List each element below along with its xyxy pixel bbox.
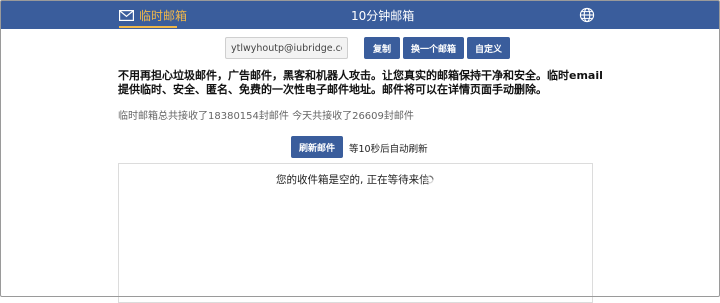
- auto-refresh-hint: 等10秒后自动刷新: [349, 144, 428, 155]
- inbox-empty-message: 您的收件箱是空的, 正在等待来信: [276, 174, 430, 186]
- nav-tab-10min-mail[interactable]: 10分钟邮箱: [351, 1, 414, 29]
- copy-button[interactable]: 复制: [364, 37, 400, 59]
- change-email-button-label: 换一个邮箱: [410, 44, 456, 55]
- copy-button-label: 复制: [372, 44, 391, 55]
- custom-email-button[interactable]: 自定义: [467, 37, 510, 59]
- top-navbar: 临时邮箱 10分钟邮箱: [1, 1, 719, 29]
- change-email-button[interactable]: 换一个邮箱: [403, 37, 464, 59]
- active-tab-indicator: [119, 26, 177, 28]
- globe-icon[interactable]: [579, 7, 595, 23]
- mail-statistics: 临时邮箱总共接收了18380154封邮件 今天共接收了26609封邮件: [118, 111, 414, 122]
- email-address-field[interactable]: [225, 37, 348, 59]
- refresh-mail-button-label: 刷新邮件: [298, 143, 335, 154]
- custom-email-button-label: 自定义: [474, 44, 502, 55]
- privacy-notice: 不用再担心垃圾邮件，广告邮件，黑客和机器人攻击。让您真实的邮箱保持干净和安全。临…: [118, 69, 603, 96]
- envelope-icon: [119, 9, 134, 21]
- nav-tab-10min-label: 10分钟邮箱: [351, 8, 415, 23]
- nav-tab-temp-mail[interactable]: 临时邮箱: [119, 1, 187, 29]
- inbox-panel: 您的收件箱是空的, 正在等待来信: [118, 163, 593, 303]
- loading-spinner-icon: [425, 175, 434, 184]
- refresh-mail-button[interactable]: 刷新邮件: [291, 136, 343, 158]
- nav-tab-temp-mail-label: 临时邮箱: [139, 8, 188, 23]
